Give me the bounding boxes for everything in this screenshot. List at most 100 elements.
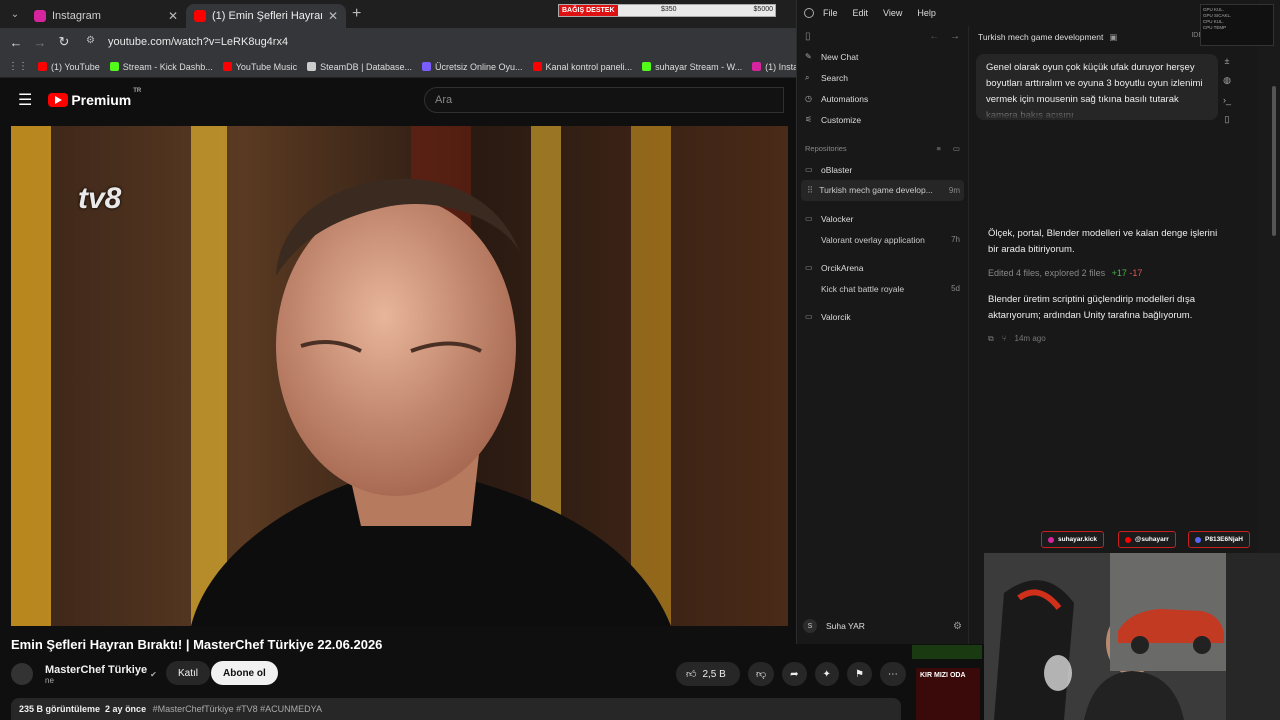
repo-name: OrcikArena (821, 262, 864, 273)
youtube-header: ☰ Premium TR Ara (0, 79, 800, 121)
repo-oblaster[interactable]: ▭ oBlaster (797, 159, 968, 180)
copy-icon[interactable]: ⧉ (988, 334, 994, 344)
search-input[interactable]: Ara (424, 87, 784, 113)
bookmark-item[interactable]: YouTube Music (222, 62, 297, 72)
repo-valocker[interactable]: ▭ Valocker (797, 208, 968, 229)
nav-automations[interactable]: ◷ Automations (797, 88, 968, 109)
filter-icon[interactable]: ≡ (937, 144, 941, 153)
channel-info: MasterChef Türkiye ne ✔ (11, 660, 157, 688)
assistant-message-2: Blender üretim scriptini güçlendirip mod… (988, 294, 1195, 321)
reload-icon[interactable]: ↻ (52, 34, 76, 50)
plus-minus-icon[interactable]: ± (1225, 56, 1230, 66)
repo-orcikarena[interactable]: ▭ OrcikArena (797, 257, 968, 278)
app-sidebar: ▯ ← → ✎ New Chat ⌕ Search ◷ Automations ⚟ Cu… (797, 26, 969, 644)
chat-tools: ± ◍ ›_ ▯ (1221, 56, 1233, 125)
nav-label: Automations (821, 93, 869, 104)
terminal-icon[interactable]: ›_ (1223, 95, 1231, 105)
thumb-text: KIR MIZI ODA (920, 672, 966, 679)
nav-label: Customize (821, 114, 862, 125)
hashtags[interactable]: #MasterChefTürkiye #TV8 #ACUNMEDYA (153, 704, 322, 714)
ask-button[interactable]: ✦ (814, 662, 839, 686)
globe-icon[interactable]: ◍ (1223, 75, 1231, 86)
new-tab-icon[interactable]: + (352, 5, 361, 23)
edit-summary[interactable]: Edited 4 files, explored 2 files +17 -17 (988, 268, 1142, 278)
nav-new-chat[interactable]: ✎ New Chat (797, 46, 968, 67)
new-folder-icon[interactable]: ▭ (953, 144, 960, 153)
nav-search[interactable]: ⌕ Search (797, 67, 968, 88)
thread-valorant-overlay[interactable]: Valorant overlay application 7h (797, 229, 968, 250)
user-profile[interactable]: S Suha YAR ⚙ (803, 616, 962, 636)
bookmark-item[interactable]: SteamDB | Database... (307, 62, 412, 72)
site-settings-icon[interactable]: ⚙ (86, 35, 100, 49)
more-button[interactable]: ⋯ (879, 662, 906, 686)
bookmark-item[interactable]: suhayar Stream - W... (642, 62, 742, 72)
repo-name: Valorcik (821, 311, 851, 322)
chat-panel: Turkish mech game development ▣ IDE Gene… (970, 26, 1259, 644)
apps-icon[interactable]: ⋮⋮ (8, 61, 28, 72)
menu-file[interactable]: File (823, 8, 838, 18)
archive-icon[interactable]: ▣ (1109, 32, 1117, 43)
thread-kick-chat[interactable]: Kick chat battle royale 5d (797, 278, 968, 299)
social-youtube: @suhayarr (1118, 531, 1176, 548)
lines-removed: -17 (1129, 268, 1143, 278)
repo-name: Turkish mech game develop... (819, 185, 933, 195)
join-button[interactable]: Katıl (166, 661, 211, 685)
close-icon[interactable]: ✕ (328, 9, 338, 23)
back-icon[interactable]: ← (929, 31, 939, 42)
folder-icon: ▭ (805, 165, 813, 174)
menu-edit[interactable]: Edit (853, 8, 869, 18)
menu-view[interactable]: View (883, 8, 902, 18)
tab-search-icon[interactable]: ⌄ (4, 3, 26, 25)
repo-turkish-mech[interactable]: ⠿ Turkish mech game develop... 9m (801, 180, 964, 201)
fork-icon[interactable]: ⑂ (1002, 334, 1007, 344)
social-kick: suhayar.kick (1041, 531, 1105, 548)
bookmark-item[interactable]: (1) YouTube (38, 62, 100, 72)
tab-instagram[interactable]: Instagram ✕ (26, 4, 186, 28)
share-button[interactable]: ➦ (782, 662, 807, 686)
description-box[interactable]: 235 B görüntüleme 2 ay önce #MasterChefT… (11, 698, 901, 720)
forward-icon[interactable]: → (28, 35, 52, 50)
nav-customize[interactable]: ⚟ Customize (797, 109, 968, 130)
file-icon[interactable]: ▯ (1225, 114, 1230, 125)
bookmark-favicon-icon (109, 62, 119, 71)
drag-handle-icon[interactable]: ⠿ (807, 185, 813, 195)
video-frame (11, 126, 788, 626)
video-player[interactable] (11, 126, 788, 626)
repositories-header: Repositories ≡ ▭ (797, 138, 968, 159)
bookmark-label: suhayar Stream - W... (655, 61, 743, 72)
tab-youtube[interactable]: (1) Emin Şefleri Hayran Bıral ✕ (186, 4, 346, 28)
like-button[interactable]: 👍︎ 2,5 B (676, 662, 740, 686)
thread-title: Valorant overlay application (821, 234, 925, 245)
subscribe-button[interactable]: Abone ol (211, 661, 278, 685)
scrollbar[interactable] (1272, 86, 1276, 236)
bookmark-item[interactable]: Ücretsiz Online Oyu... (422, 62, 523, 72)
forward-icon[interactable]: → (950, 31, 960, 42)
sysmon-cpu-temp: CPU TEMP (1203, 25, 1227, 30)
channel-name[interactable]: MasterChef Türkiye (45, 664, 147, 676)
dislike-button[interactable]: 👎︎ (748, 662, 775, 686)
menu-help[interactable]: Help (917, 8, 936, 18)
bookmark-item[interactable]: Kanal kontrol paneli... (532, 62, 632, 72)
menu-icon[interactable]: ☰ (18, 90, 32, 110)
video-title: Emin Şefleri Hayran Bıraktı! | MasterChe… (11, 637, 383, 652)
bookmark-favicon-icon (752, 62, 762, 71)
recommendation-thumb-top[interactable] (912, 645, 982, 659)
save-button[interactable]: ⚑ (846, 662, 872, 686)
donation-goal: $5000 (753, 6, 773, 13)
recommendation-thumb[interactable]: KIR MIZI ODA (916, 668, 980, 720)
back-icon[interactable]: ← (4, 35, 28, 50)
bookmark-favicon-icon (642, 62, 652, 71)
youtube-icon (194, 10, 206, 22)
youtube-logo[interactable]: Premium TR (48, 88, 141, 108)
address-bar[interactable]: ⚙ youtube.com/watch?v=LeRK8ug4rx4 (86, 35, 288, 49)
sidebar-toggle-icon[interactable]: ▯ (805, 31, 811, 42)
thread-time: 5d (951, 284, 960, 293)
channel-avatar[interactable] (11, 663, 33, 685)
thumbs-up-icon: 👍︎ (686, 669, 697, 680)
bookmark-item[interactable]: Stream - Kick Dashb... (109, 62, 213, 72)
repo-valorcik[interactable]: ▭ Valorcik (797, 306, 968, 327)
system-monitor: GPU KUL. GPU SICAKL. CPU KUL. CPU TEMP (1200, 4, 1274, 46)
gear-icon[interactable]: ⚙ (953, 621, 962, 632)
close-icon[interactable]: ✕ (168, 9, 178, 23)
like-count: 2,5 B (702, 668, 726, 680)
